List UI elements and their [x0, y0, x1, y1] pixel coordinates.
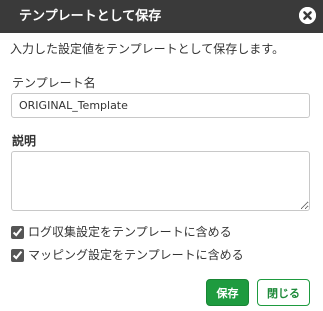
- dialog-description: 入力した設定値をテンプレートとして保存します。: [10, 42, 285, 56]
- description-textarea[interactable]: [11, 151, 310, 211]
- include-log-collection-checkbox[interactable]: [11, 225, 24, 239]
- save-button[interactable]: 保存: [206, 279, 249, 306]
- dialog-titlebar: テンプレートとして保存: [0, 0, 323, 33]
- dialog-title: テンプレートとして保存: [19, 9, 162, 24]
- include-log-collection-checkbox-row[interactable]: ログ収集設定をテンプレートに含める: [11, 224, 232, 240]
- include-mapping-label: マッピング設定をテンプレートに含める: [28, 248, 244, 262]
- close-button[interactable]: 閉じる: [257, 279, 310, 306]
- include-mapping-checkbox-row[interactable]: マッピング設定をテンプレートに含める: [11, 247, 244, 263]
- close-icon[interactable]: [299, 7, 316, 24]
- template-name-input[interactable]: [11, 93, 310, 118]
- description-label: 説明: [12, 134, 37, 148]
- template-name-label: テンプレート名: [12, 76, 96, 90]
- include-log-collection-label: ログ収集設定をテンプレートに含める: [28, 225, 232, 239]
- include-mapping-checkbox[interactable]: [11, 248, 24, 262]
- save-template-dialog: テンプレートとして保存 入力した設定値をテンプレートとして保存します。 テンプレ…: [0, 0, 323, 311]
